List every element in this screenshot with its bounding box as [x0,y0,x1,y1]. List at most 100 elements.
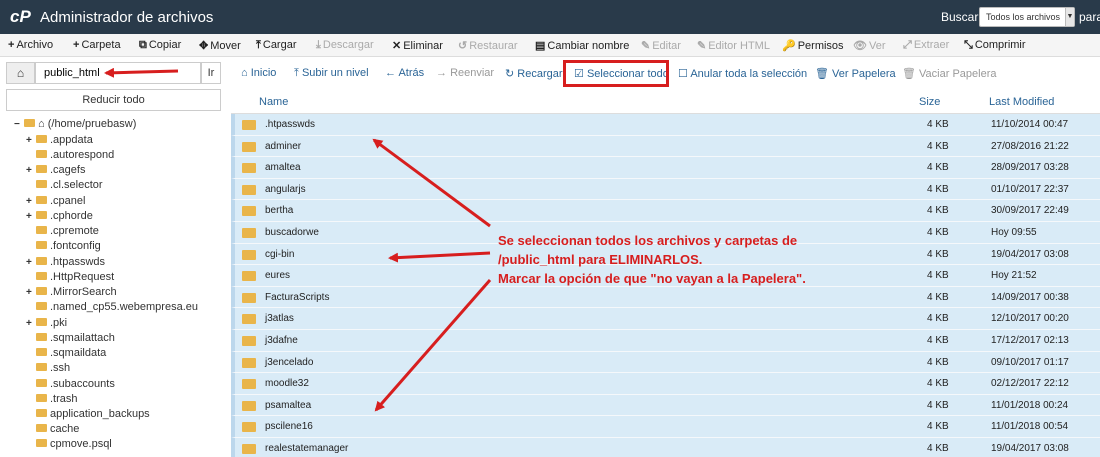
upload-button[interactable]: ⤒ Cargar [256,39,297,52]
tree-item[interactable]: .sqmailattach [26,332,115,347]
html-editor-button[interactable]: ✎ Editor HTML [697,39,770,52]
table-row[interactable]: j3atlas 4 KB 12/10/2017 00:20 [231,308,1100,330]
tree-item[interactable]: .trash [26,393,78,408]
view-trash-button[interactable]: 🗑 Ver Papelera [815,67,896,80]
table-row[interactable]: moodle32 4 KB 02/12/2017 22:12 [231,373,1100,395]
tree-item[interactable]: cpmove.psql [26,438,112,453]
tree-item[interactable]: + .appdata [26,134,93,149]
file-name[interactable]: eures [265,270,290,281]
file-name[interactable]: buscadorwe [265,227,319,238]
table-row[interactable]: j3dafne 4 KB 17/12/2017 02:13 [231,330,1100,352]
tree-item-label: cpmove.psql [50,438,112,450]
file-name[interactable]: .htpasswds [265,119,315,130]
table-row[interactable]: realestatemanager 4 KB 19/04/2017 03:08 [231,438,1100,457]
deselect-all-button[interactable]: ☐ Anular toda la selección [678,67,807,80]
back-button[interactable]: ← Atrás [385,67,424,79]
file-name[interactable]: FacturaScripts [265,292,329,303]
name-column-header[interactable]: Name [259,96,288,108]
file-name[interactable]: realestatemanager [265,443,348,454]
move-button[interactable]: ✥ Mover [199,39,241,52]
table-row[interactable]: amaltea 4 KB 28/09/2017 03:28 [231,157,1100,179]
table-row[interactable]: angularjs 4 KB 01/10/2017 22:37 [231,178,1100,201]
folder-icon [36,226,47,235]
delete-button[interactable]: ✕ Eliminar [392,39,443,52]
search-scope-select[interactable]: Todos los archivos ▼ [979,7,1075,27]
tree-item[interactable]: application_backups [26,408,150,423]
rename-button[interactable]: ▤ Cambiar nombre [535,39,629,52]
expand-icon[interactable]: + [26,287,36,298]
file-name[interactable]: adminer [265,141,301,152]
file-name[interactable]: amaltea [265,162,301,173]
expand-icon[interactable]: + [26,196,36,207]
file-name[interactable]: angularjs [265,184,306,195]
home-button[interactable]: ⌂ [6,62,35,84]
go-button[interactable]: Ir [201,62,221,84]
file-name[interactable]: bertha [265,205,293,216]
compress-button[interactable]: ⤡ Comprimir [964,39,1026,52]
cpanel-logo[interactable]: cP [10,7,31,27]
file-name[interactable]: psamaltea [265,400,311,411]
permissions-button[interactable]: 🔑 Permisos [782,39,844,52]
tree-item[interactable]: .sqmaildata [26,347,106,362]
tree-item[interactable]: + .pki [26,317,67,332]
pencil-icon: ✎ [641,40,651,52]
file-name[interactable]: pscilene16 [265,421,313,432]
tree-item[interactable]: .fontconfig [26,240,101,255]
tree-item[interactable]: .subaccounts [26,378,115,393]
expand-icon[interactable]: + [26,135,36,146]
empty-trash-button[interactable]: 🗑 Vaciar Papelera [902,67,996,80]
file-name[interactable]: cgi-bin [265,249,294,260]
restore-button[interactable]: ↺ Restaurar [458,39,518,52]
copy-button[interactable]: ⧉ Copiar [139,39,181,52]
download-button[interactable]: ⤓ Descargar [316,39,374,52]
tree-item[interactable]: .autorespond [26,149,114,164]
new-file-button[interactable]: + Archivo [8,39,53,51]
page-title: Administrador de archivos [40,9,214,26]
extract-button[interactable]: ⤢ Extraer [903,39,949,52]
table-row[interactable]: psamaltea 4 KB 11/01/2018 00:24 [231,394,1100,417]
tree-root[interactable]: − ⌂ (/home/pruebasw) [14,118,136,133]
table-row[interactable]: adminer 4 KB 27/08/2016 21:22 [231,135,1100,158]
collapse-all-button[interactable]: Reducir todo [6,89,221,111]
edit-button[interactable]: ✎ Editar [641,39,681,52]
file-name[interactable]: moodle32 [265,378,309,389]
tree-item[interactable]: .named_cp55.webempresa.eu [26,301,198,316]
folder-icon [36,394,47,403]
expand-icon[interactable]: + [26,211,36,222]
expand-icon[interactable]: + [26,165,36,176]
file-modified: 19/04/2017 03:08 [991,248,1069,260]
path-bar: ⌂ Ir [6,62,221,84]
tree-item[interactable]: .cl.selector [26,179,103,194]
expand-icon[interactable]: + [26,318,36,329]
file-name[interactable]: j3dafne [265,335,298,346]
folder-icon [242,422,256,433]
file-name[interactable]: j3encelado [265,357,313,368]
table-row[interactable]: .htpasswds 4 KB 11/10/2014 00:47 [231,114,1100,136]
tree-item[interactable]: .ssh [26,362,70,377]
tree-item[interactable]: + .MirrorSearch [26,286,117,301]
reload-button[interactable]: ↻ Recargar [505,67,563,80]
tree-item[interactable]: .HttpRequest [26,271,114,286]
annotation-line: /public_html para ELIMINARLOS. [498,252,703,267]
modified-column-header[interactable]: Last Modified [989,96,1054,108]
tree-item[interactable]: + .cpanel [26,195,85,210]
table-row[interactable]: FacturaScripts 4 KB 14/09/2017 00:38 [231,286,1100,309]
view-button[interactable]: 👁 Ver [853,39,885,52]
path-input[interactable] [35,62,201,84]
up-one-level-button[interactable]: ⤒ Subir un nivel [294,67,369,80]
table-row[interactable]: j3encelado 4 KB 09/10/2017 01:17 [231,351,1100,374]
home-nav-button[interactable]: ⌂ Inicio [241,67,276,79]
forward-button[interactable]: → Reenviar [436,67,494,79]
new-folder-button[interactable]: + Carpeta [73,39,121,51]
table-row[interactable]: bertha 4 KB 30/09/2017 22:49 [231,200,1100,222]
expand-icon[interactable]: + [26,257,36,268]
size-column-header[interactable]: Size [919,96,940,108]
tree-item[interactable]: + .htpasswds [26,256,105,271]
tree-item[interactable]: cache [26,423,79,438]
file-name[interactable]: j3atlas [265,313,294,324]
table-row[interactable]: pscilene16 4 KB 11/01/2018 00:54 [231,416,1100,438]
tree-item[interactable]: .cpremote [26,225,99,240]
tree-item[interactable]: + .cagefs [26,164,85,179]
collapse-icon[interactable]: − [14,119,24,130]
tree-item[interactable]: + .cphorde [26,210,93,225]
